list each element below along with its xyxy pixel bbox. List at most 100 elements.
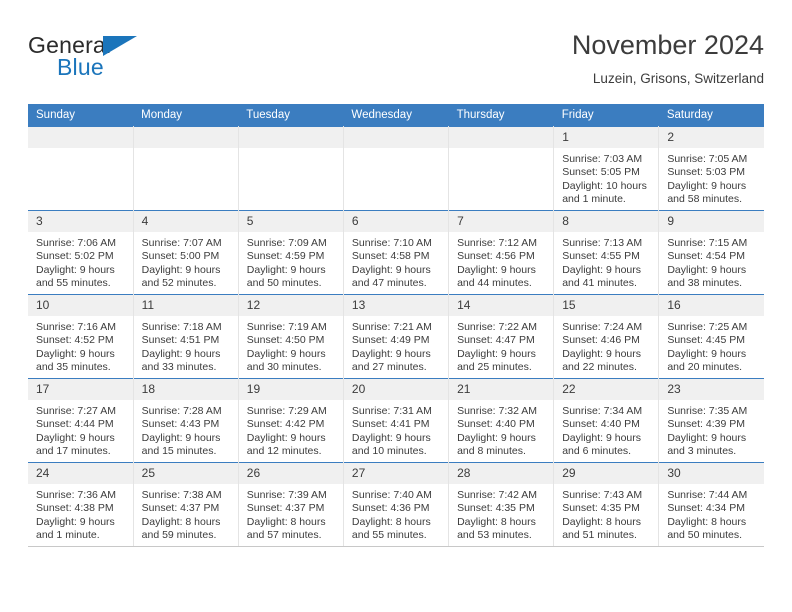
calendar-day-cell[interactable]: 26 Sunrise: 7:39 AM Sunset: 4:37 PM Dayligh… (238, 462, 344, 547)
daylight-duration-line2: and 50 minutes. (246, 277, 322, 290)
day-number: 23 (659, 379, 764, 400)
calendar-day-cell[interactable]: 29 Sunrise: 7:43 AM Sunset: 4:35 PM Dayligh… (553, 462, 660, 547)
day-details: Sunrise: 7:25 AM Sunset: 4:45 PM Daylight:… (659, 316, 764, 375)
sunset-time: Sunset: 5:03 PM (667, 166, 745, 179)
day-number: 3 (28, 211, 133, 232)
weekday-header-monday: Monday (133, 104, 239, 127)
daylight-duration-line2: and 47 minutes. (351, 277, 427, 290)
daylight-duration-line2: and 33 minutes. (141, 361, 217, 374)
day-details: Sunrise: 7:29 AM Sunset: 4:42 PM Daylight:… (239, 400, 343, 459)
daylight-duration-line2: and 6 minutes. (562, 445, 632, 458)
sunset-time: Sunset: 4:39 PM (667, 418, 745, 431)
calendar-day-cell[interactable]: 13 Sunrise: 7:21 AM Sunset: 4:49 PM Dayligh… (343, 294, 450, 379)
sunset-time: Sunset: 4:49 PM (351, 334, 430, 347)
sunrise-time: Sunrise: 7:03 AM (562, 153, 643, 165)
daylight-duration-line2: and 27 minutes. (351, 361, 427, 374)
sunrise-time: Sunrise: 7:38 AM (141, 489, 222, 501)
weekday-header-thursday: Thursday (448, 104, 554, 127)
sunset-time: Sunset: 4:41 PM (351, 418, 430, 431)
day-details: Sunrise: 7:27 AM Sunset: 4:44 PM Daylight:… (28, 400, 133, 459)
sunset-time: Sunset: 4:50 PM (246, 334, 325, 347)
sunrise-time: Sunrise: 7:43 AM (562, 489, 643, 501)
daylight-duration-line2: and 8 minutes. (457, 445, 526, 458)
daylight-duration-line2: and 52 minutes. (141, 277, 217, 290)
calendar-day-cell-empty (238, 126, 344, 211)
calendar-day-cell[interactable]: 24 Sunrise: 7:36 AM Sunset: 4:38 PM Dayligh… (28, 462, 134, 547)
daylight-duration-line2: and 38 minutes. (667, 277, 743, 290)
day-number (28, 127, 133, 148)
day-number: 29 (554, 463, 659, 484)
day-number: 17 (28, 379, 133, 400)
sunset-time: Sunset: 4:34 PM (667, 502, 745, 515)
sunset-time: Sunset: 4:46 PM (562, 334, 640, 347)
calendar-body: 1 Sunrise: 7:03 AM Sunset: 5:05 PM Daylight… (28, 126, 764, 547)
calendar-day-cell[interactable]: 28 Sunrise: 7:42 AM Sunset: 4:35 PM Dayligh… (448, 462, 555, 547)
daylight-duration-line1: Daylight: 9 hours (667, 431, 747, 444)
calendar-day-cell[interactable]: 22 Sunrise: 7:34 AM Sunset: 4:40 PM Dayligh… (553, 378, 660, 463)
daylight-duration-line2: and 12 minutes. (246, 445, 322, 458)
calendar-day-cell[interactable]: 16 Sunrise: 7:25 AM Sunset: 4:45 PM Dayligh… (658, 294, 764, 379)
calendar-week-row: 3 Sunrise: 7:06 AM Sunset: 5:02 PM Daylight… (28, 210, 764, 295)
calendar-day-cell-empty (343, 126, 450, 211)
calendar-day-cell[interactable]: 3 Sunrise: 7:06 AM Sunset: 5:02 PM Daylight… (28, 210, 134, 295)
day-details: Sunrise: 7:16 AM Sunset: 4:52 PM Daylight:… (28, 316, 133, 375)
daylight-duration-line1: Daylight: 9 hours (562, 347, 641, 360)
calendar-day-cell[interactable]: 14 Sunrise: 7:22 AM Sunset: 4:47 PM Dayligh… (448, 294, 555, 379)
calendar-day-cell[interactable]: 2 Sunrise: 7:05 AM Sunset: 5:03 PM Daylight… (658, 126, 764, 211)
sunset-time: Sunset: 4:56 PM (457, 250, 535, 263)
calendar-day-cell[interactable]: 15 Sunrise: 7:24 AM Sunset: 4:46 PM Dayligh… (553, 294, 660, 379)
daylight-duration-line1: Daylight: 9 hours (246, 347, 326, 360)
day-number: 30 (659, 463, 764, 484)
sunrise-time: Sunrise: 7:05 AM (667, 153, 748, 165)
calendar-day-cell[interactable]: 12 Sunrise: 7:19 AM Sunset: 4:50 PM Dayligh… (238, 294, 344, 379)
day-details: Sunrise: 7:35 AM Sunset: 4:39 PM Daylight:… (659, 400, 764, 459)
daylight-duration-line2: and 15 minutes. (141, 445, 217, 458)
calendar-day-cell[interactable]: 17 Sunrise: 7:27 AM Sunset: 4:44 PM Dayligh… (28, 378, 134, 463)
calendar-day-cell[interactable]: 30 Sunrise: 7:44 AM Sunset: 4:34 PM Dayligh… (658, 462, 764, 547)
day-number: 15 (554, 295, 659, 316)
day-number: 5 (238, 211, 343, 232)
sunset-time: Sunset: 5:05 PM (562, 166, 640, 179)
day-details: Sunrise: 7:42 AM Sunset: 4:35 PM Daylight:… (449, 484, 553, 543)
calendar-day-cell[interactable]: 8 Sunrise: 7:13 AM Sunset: 4:55 PM Daylight… (553, 210, 660, 295)
calendar-day-cell[interactable]: 6 Sunrise: 7:10 AM Sunset: 4:58 PM Daylight… (343, 210, 450, 295)
calendar-day-cell[interactable]: 10 Sunrise: 7:16 AM Sunset: 4:52 PM Dayligh… (28, 294, 134, 379)
calendar-day-cell[interactable]: 1 Sunrise: 7:03 AM Sunset: 5:05 PM Daylight… (553, 126, 660, 211)
day-details: Sunrise: 7:36 AM Sunset: 4:38 PM Daylight:… (28, 484, 133, 543)
calendar-day-cell[interactable]: 20 Sunrise: 7:31 AM Sunset: 4:41 PM Dayligh… (343, 378, 450, 463)
calendar-day-cell-empty (28, 126, 134, 211)
weekday-header-sunday: Sunday (28, 104, 134, 127)
sunrise-time: Sunrise: 7:16 AM (36, 321, 116, 333)
calendar-day-cell[interactable]: 21 Sunrise: 7:32 AM Sunset: 4:40 PM Dayligh… (448, 378, 555, 463)
daylight-duration-line1: Daylight: 9 hours (36, 347, 115, 360)
day-details: Sunrise: 7:44 AM Sunset: 4:34 PM Daylight:… (659, 484, 764, 543)
calendar-day-cell[interactable]: 23 Sunrise: 7:35 AM Sunset: 4:39 PM Dayligh… (658, 378, 764, 463)
calendar-day-cell[interactable]: 27 Sunrise: 7:40 AM Sunset: 4:36 PM Dayligh… (343, 462, 450, 547)
calendar-day-cell[interactable]: 18 Sunrise: 7:28 AM Sunset: 4:43 PM Dayligh… (133, 378, 239, 463)
calendar-day-cell[interactable]: 4 Sunrise: 7:07 AM Sunset: 5:00 PM Daylight… (133, 210, 239, 295)
day-number: 28 (449, 463, 554, 484)
calendar-day-cell[interactable]: 5 Sunrise: 7:09 AM Sunset: 4:59 PM Daylight… (238, 210, 344, 295)
daylight-duration-line1: Daylight: 9 hours (457, 347, 536, 360)
brand-logo[interactable]: General Blue (28, 32, 228, 88)
day-number: 19 (238, 379, 343, 400)
sunrise-time: Sunrise: 7:42 AM (457, 489, 538, 501)
sunrise-time: Sunrise: 7:13 AM (562, 237, 643, 249)
day-number: 9 (659, 211, 764, 232)
daylight-duration-line1: Daylight: 9 hours (246, 431, 326, 444)
day-number: 6 (343, 211, 449, 232)
daylight-duration-line1: Daylight: 9 hours (667, 263, 747, 276)
daylight-duration-line1: Daylight: 9 hours (667, 347, 747, 360)
daylight-duration-line2: and 55 minutes. (36, 277, 111, 290)
calendar-day-cell[interactable]: 25 Sunrise: 7:38 AM Sunset: 4:37 PM Dayligh… (133, 462, 239, 547)
calendar-day-cell[interactable]: 7 Sunrise: 7:12 AM Sunset: 4:56 PM Daylight… (448, 210, 555, 295)
day-number: 4 (133, 211, 238, 232)
calendar-day-cell[interactable]: 19 Sunrise: 7:29 AM Sunset: 4:42 PM Dayligh… (238, 378, 344, 463)
day-number: 14 (449, 295, 554, 316)
day-number: 18 (133, 379, 238, 400)
calendar-day-cell[interactable]: 9 Sunrise: 7:15 AM Sunset: 4:54 PM Daylight… (658, 210, 764, 295)
sunrise-time: Sunrise: 7:12 AM (457, 237, 538, 249)
calendar-day-cell[interactable]: 11 Sunrise: 7:18 AM Sunset: 4:51 PM Dayligh… (133, 294, 239, 379)
sunset-time: Sunset: 4:55 PM (562, 250, 640, 263)
daylight-duration-line2: and 10 minutes. (351, 445, 427, 458)
